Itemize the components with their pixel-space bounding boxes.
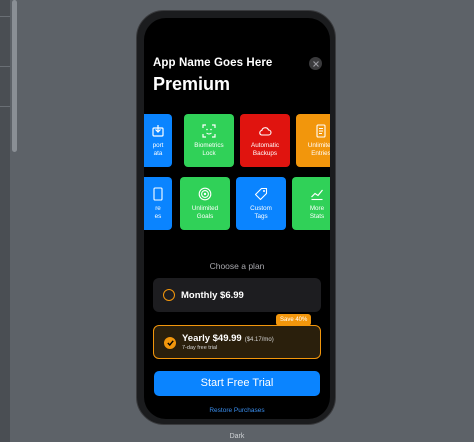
feature-tile-partial[interactable]: re es: [144, 177, 172, 230]
feature-tile-unlimited-goals[interactable]: Unlimited Goals: [180, 177, 230, 230]
feature-tile-custom-tags[interactable]: Custom Tags: [236, 177, 286, 230]
savings-badge: Save 40%: [276, 314, 312, 326]
close-icon: [312, 60, 319, 67]
paywall-screen: App Name Goes Here Premium port ata Biom…: [144, 18, 330, 419]
export-icon: [152, 125, 164, 137]
feature-label: More Stats: [309, 205, 325, 220]
choose-plan-heading: Choose a plan: [209, 261, 265, 271]
document-icon: [316, 124, 326, 138]
close-button[interactable]: [309, 57, 322, 70]
feature-label: Unlimited Entries: [307, 142, 330, 157]
phone-frame: App Name Goes Here Premium port ata Biom…: [136, 10, 336, 425]
feature-tile-automatic-backups[interactable]: Automatic Backups: [240, 114, 290, 167]
gutter-line: [0, 16, 10, 17]
plan-option-yearly[interactable]: Yearly $49.99 ($4.17/mo) 7-day free trial: [153, 325, 321, 359]
plan-price: Yearly $49.99: [182, 333, 242, 344]
radio-unchecked[interactable]: [163, 289, 175, 301]
scrollbar-thumb[interactable]: [12, 0, 17, 152]
feature-label: Unlimited Goals: [191, 205, 219, 220]
face-id-icon: [202, 124, 216, 138]
plan-label: Monthly $6.99: [181, 290, 244, 301]
target-icon: [198, 187, 212, 201]
feature-label: Automatic Backups: [251, 142, 279, 157]
feature-label: Custom Tags: [250, 205, 272, 220]
document-icon: [153, 187, 163, 201]
gutter-line: [0, 106, 10, 107]
plan-label: Yearly $49.99 ($4.17/mo): [182, 333, 274, 344]
feature-label: re es: [154, 205, 162, 220]
gutter-line: [0, 66, 10, 67]
tag-icon: [254, 187, 268, 201]
feature-label: port ata: [152, 142, 164, 157]
cloud-icon: [259, 127, 272, 136]
feature-tile-biometrics-lock[interactable]: Biometrics Lock: [184, 114, 234, 167]
editor-gutter: [0, 0, 10, 442]
plan-trial-note: 7-day free trial: [182, 345, 218, 351]
chart-icon: [311, 189, 323, 201]
page-title: Premium: [153, 74, 231, 94]
feature-tile-more-stats[interactable]: More Stats: [292, 177, 330, 230]
start-free-trial-button[interactable]: Start Free Trial: [154, 371, 320, 396]
feature-label: Biometrics Lock: [194, 142, 224, 157]
restore-purchases-link[interactable]: Restore Purchases: [144, 407, 330, 414]
canvas-appearance-label: Dark: [229, 433, 245, 440]
plan-option-monthly[interactable]: Monthly $6.99: [153, 278, 321, 312]
checkmark-icon: [166, 340, 174, 346]
feature-tile-export-data[interactable]: port ata: [144, 114, 172, 167]
radio-checked[interactable]: [164, 337, 176, 349]
plan-per-month: ($4.17/mo): [244, 337, 274, 343]
app-name: App Name Goes Here: [153, 57, 273, 69]
feature-tile-unlimited-entries[interactable]: Unlimited Entries: [296, 114, 330, 167]
